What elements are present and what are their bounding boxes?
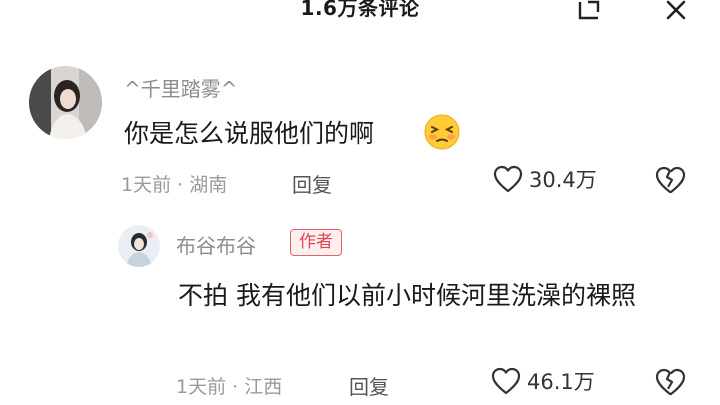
expand-button[interactable] (570, 0, 606, 26)
comments-header: 1.6万条评论 (0, 0, 720, 26)
commenter-avatar[interactable] (29, 66, 102, 139)
close-button[interactable] (658, 0, 694, 26)
comment-meta: 1天前 · 湖南 (121, 174, 228, 196)
like-count: 46.1万 (527, 370, 595, 394)
close-icon (666, 0, 686, 20)
comment-text: 你是怎么说服他们的啊 (124, 119, 375, 148)
commenter-username[interactable]: ^千里踏雾^ (124, 73, 238, 102)
like-count: 30.4万 (529, 168, 597, 192)
heart-icon (493, 165, 523, 193)
embarrassed-face-emoji (423, 113, 461, 151)
dislike-button[interactable] (654, 166, 686, 198)
dislike-button[interactable] (654, 368, 686, 400)
expand-icon (578, 0, 600, 20)
reply-button[interactable]: 回复 (349, 371, 389, 400)
reply-meta: 1天前 · 江西 (176, 376, 283, 398)
like-button[interactable]: 46.1万 (491, 366, 595, 396)
like-button[interactable]: 30.4万 (493, 164, 597, 194)
author-badge: 作者 (290, 229, 342, 256)
comments-count-title: 1.6万条评论 (300, 0, 420, 20)
reply-button[interactable]: 回复 (292, 169, 332, 198)
heart-icon (491, 367, 521, 395)
broken-heart-icon (655, 166, 686, 194)
broken-heart-icon (655, 368, 686, 396)
reply-text: 不拍 我有他们以前小时候河里洗澡的裸照 (178, 281, 636, 310)
author-avatar[interactable] (118, 225, 160, 267)
author-username[interactable]: 布谷布谷 (176, 230, 256, 259)
